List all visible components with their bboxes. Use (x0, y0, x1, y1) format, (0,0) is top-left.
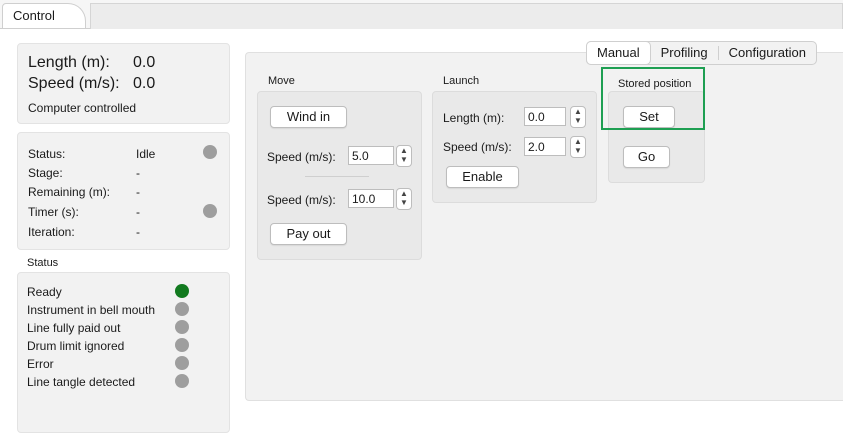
enable-button[interactable]: Enable (446, 166, 519, 188)
control-mode-text: Computer controlled (28, 101, 137, 115)
remaining-label: Remaining (m): (28, 185, 111, 199)
wind-speed-label: Speed (m/s): (267, 150, 336, 164)
payout-speed-input[interactable]: 10.0 (348, 189, 394, 208)
length-readout-value: 0.0 (133, 54, 156, 71)
status-heading: Status (27, 257, 59, 269)
speed-readout-value: 0.0 (133, 75, 156, 92)
tab-manual[interactable]: Manual (586, 41, 651, 65)
timer-value: - (136, 205, 140, 219)
wind-speed-stepper[interactable]: ▲ ▼ (396, 145, 412, 167)
iteration-value: - (136, 225, 140, 239)
remaining-value: - (136, 185, 140, 199)
speed-readout: Speed (m/s): 0.0 (28, 75, 155, 93)
launch-length-label: Length (m): (443, 111, 505, 125)
mode-tabs: Manual Profiling Configuration (586, 41, 817, 65)
tab-profiling[interactable]: Profiling (651, 42, 718, 64)
stage-value: - (136, 166, 140, 180)
status-label: Status: (28, 147, 66, 161)
stage-label: Stage: (28, 166, 63, 180)
tab-bar: Control (0, 0, 843, 29)
stage-row: Stage: - (28, 166, 140, 180)
flag-label: Line fully paid out (27, 321, 121, 335)
launch-speed-label: Speed (m/s): (443, 140, 512, 154)
pay-out-button[interactable]: Pay out (270, 223, 347, 245)
go-position-button[interactable]: Go (623, 146, 670, 168)
timer-label: Timer (s): (28, 205, 79, 219)
payout-speed-label: Speed (m/s): (267, 193, 336, 207)
length-readout: Length (m): 0.0 (28, 54, 155, 72)
status-table: Status: Idle Stage: - Remaining (m): - T… (17, 132, 230, 250)
flag-label: Error (27, 357, 54, 371)
tab-configuration[interactable]: Configuration (719, 42, 816, 64)
launch-length-stepper[interactable]: ▲ ▼ (570, 106, 586, 128)
flag-label: Instrument in bell mouth (27, 303, 156, 317)
launch-speed-input[interactable]: 2.0 (524, 137, 566, 156)
move-divider (305, 176, 369, 177)
payout-speed-stepper[interactable]: ▲ ▼ (396, 188, 412, 210)
stored-position-highlight (601, 67, 705, 130)
status-led (175, 320, 189, 334)
timer-row: Timer (s): - (28, 205, 140, 219)
status-value: Idle (136, 147, 156, 161)
timer-indicator-dot (203, 204, 217, 218)
wind-speed-input[interactable]: 5.0 (348, 146, 394, 165)
launch-section-title: Launch (443, 75, 480, 87)
status-row: Status: Idle (28, 147, 155, 161)
launch-length-input[interactable]: 0.0 (524, 107, 566, 126)
position-readout: Length (m): 0.0 Speed (m/s): 0.0 Compute… (17, 43, 230, 124)
wind-in-button[interactable]: Wind in (270, 106, 347, 128)
remaining-row: Remaining (m): - (28, 185, 140, 199)
status-led (175, 284, 189, 298)
move-section-title: Move (268, 75, 295, 87)
flag-label: Drum limit ignored (27, 339, 125, 353)
speed-readout-label: Speed (m/s): (28, 75, 120, 92)
status-led (175, 356, 189, 370)
status-led (175, 374, 189, 388)
status-led (175, 302, 189, 316)
flag-label: Ready (27, 285, 62, 299)
tab-control[interactable]: Control (2, 3, 86, 28)
length-readout-label: Length (m): (28, 54, 110, 71)
iteration-label: Iteration: (28, 225, 75, 239)
status-flags: Ready Instrument in bell mouth Line full… (17, 272, 230, 433)
status-indicator-dot (203, 145, 217, 159)
iteration-row: Iteration: - (28, 225, 140, 239)
launch-speed-stepper[interactable]: ▲ ▼ (570, 136, 586, 158)
tab-bar-background (90, 3, 843, 29)
status-led (175, 338, 189, 352)
flag-label: Line tangle detected (27, 375, 136, 389)
